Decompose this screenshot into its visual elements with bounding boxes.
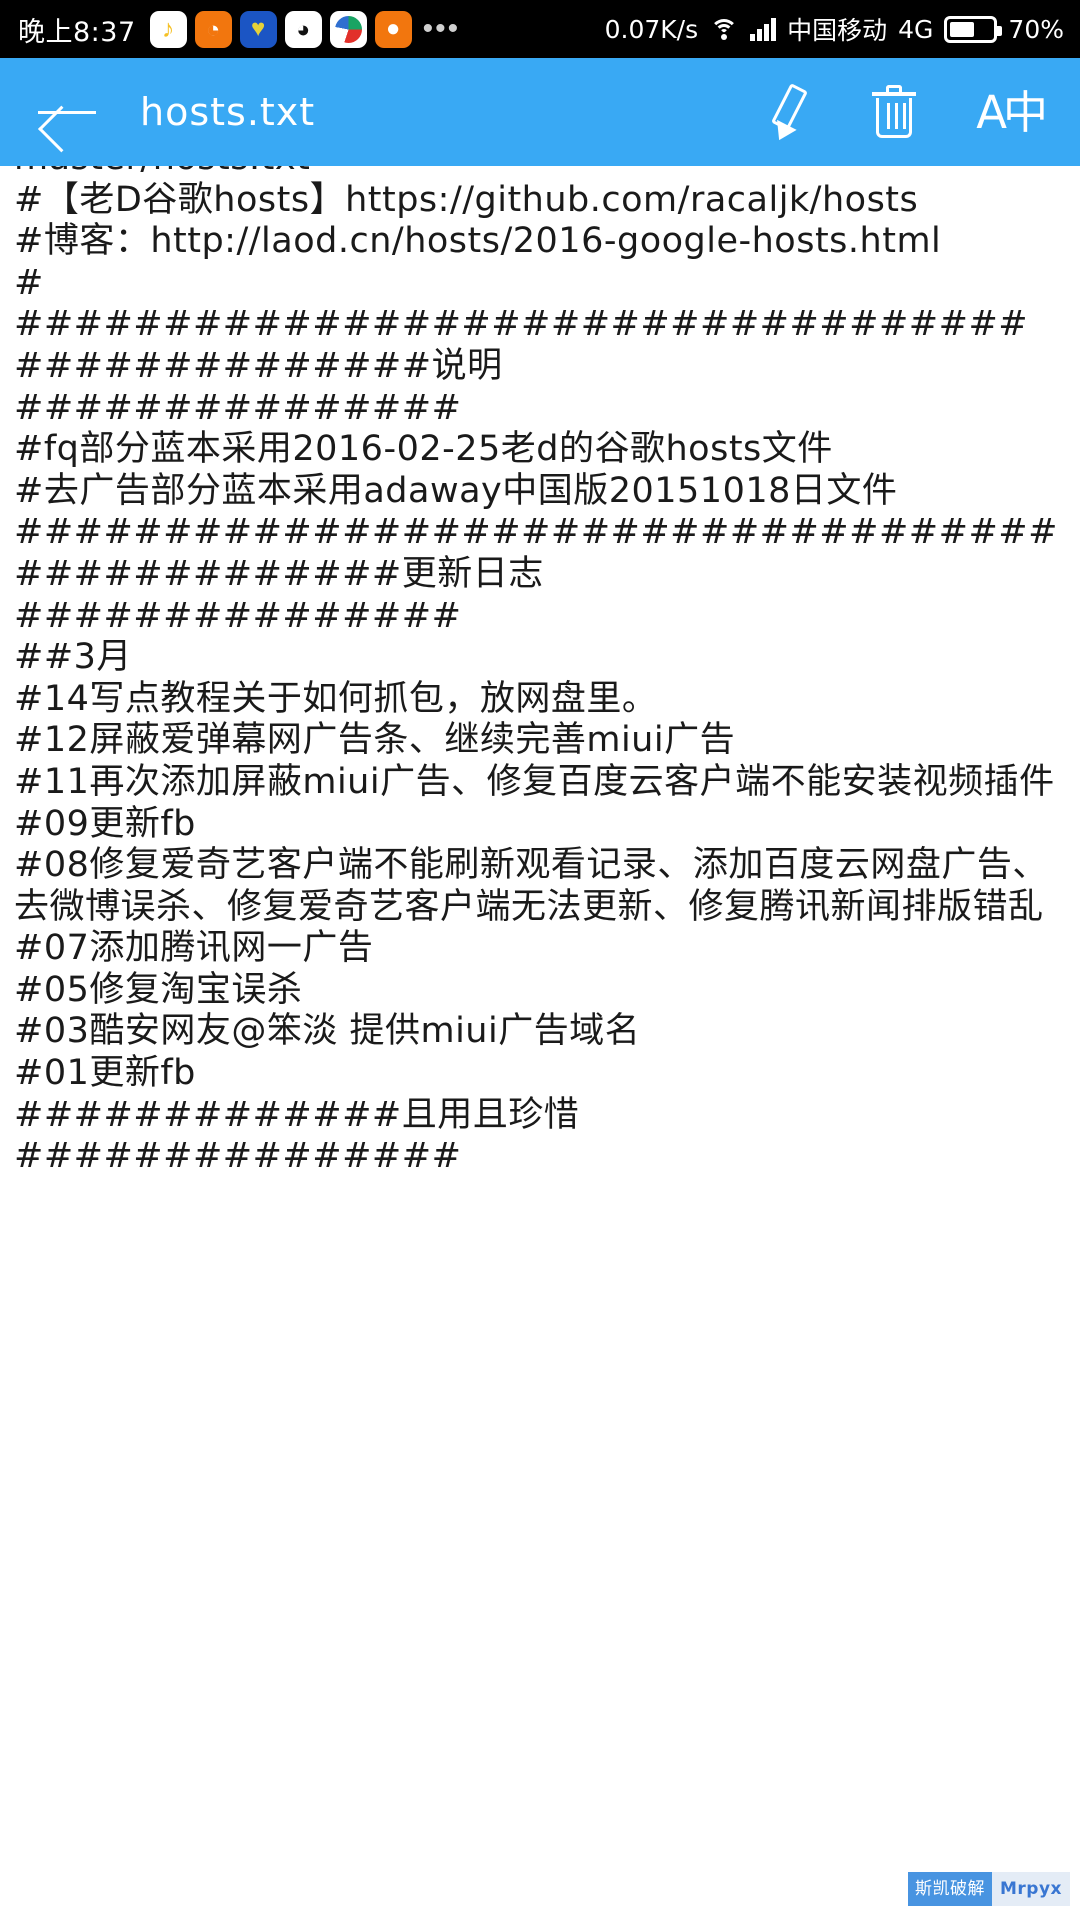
back-arrow-icon[interactable] bbox=[34, 86, 98, 138]
file-content: master/hosts.txt #【老D谷歌hosts】https://git… bbox=[14, 166, 1058, 1177]
qq-icon: ◕ bbox=[284, 10, 322, 48]
status-bar: 晚上8:37 ♪ ◔ ♥ ◕ ● ••• 0.07K/s 中国移动 4G 70% bbox=[0, 0, 1080, 58]
page-title: hosts.txt bbox=[140, 90, 316, 134]
chat-glyph: ● bbox=[385, 15, 401, 42]
app-bar-actions: A中 bbox=[766, 83, 1058, 146]
status-bar-clock: 晚上8:37 bbox=[18, 16, 136, 48]
battery-icon bbox=[944, 15, 1003, 43]
shield-app-icon: ♥ bbox=[239, 10, 277, 48]
edit-icon[interactable] bbox=[766, 83, 812, 146]
wifi-icon bbox=[709, 17, 739, 41]
shield-glyph: ♥ bbox=[251, 15, 266, 42]
encoding-icon[interactable]: A中 bbox=[976, 90, 1048, 135]
qq-glyph: ◕ bbox=[296, 15, 311, 42]
network-speed-label: 0.07K/s bbox=[604, 14, 699, 44]
uc-browser-icon: ◔ bbox=[194, 10, 232, 48]
browser-glyph bbox=[334, 15, 362, 43]
battery-percent-label: 70% bbox=[1008, 14, 1064, 44]
network-type-label: 4G bbox=[898, 14, 934, 44]
status-bar-right-cluster: 0.07K/s 中国移动 4G 70% bbox=[605, 11, 1064, 47]
watermark-right-text: Mrpyx bbox=[991, 1872, 1070, 1906]
browser-icon bbox=[329, 10, 367, 48]
qq-music-icon: ♪ bbox=[149, 10, 187, 48]
watermark-left-text: 斯凯破解 bbox=[907, 1872, 992, 1906]
delete-icon[interactable] bbox=[870, 83, 918, 141]
qq-music-glyph: ♪ bbox=[161, 14, 175, 43]
status-bar-notification-icons: ♪ ◔ ♥ ◕ ● bbox=[149, 10, 412, 48]
chat-app-icon: ● bbox=[374, 10, 412, 48]
app-bar: hosts.txt A中 bbox=[0, 58, 1080, 166]
overflow-dots-icon: ••• bbox=[422, 12, 461, 45]
watermark-badge: 斯凯破解 Mrpyx bbox=[907, 1872, 1070, 1906]
carrier-label: 中国移动 bbox=[787, 16, 888, 45]
uc-browser-glyph: ◔ bbox=[206, 15, 221, 42]
text-viewer[interactable]: master/hosts.txt #【老D谷歌hosts】https://git… bbox=[0, 166, 1080, 1920]
signal-bars-icon bbox=[750, 17, 777, 41]
